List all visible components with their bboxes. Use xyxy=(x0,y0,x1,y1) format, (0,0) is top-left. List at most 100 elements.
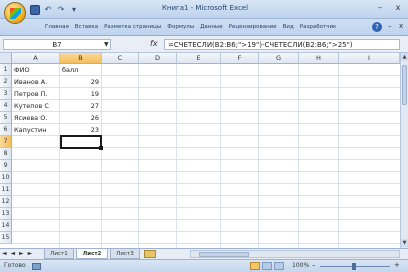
row-header-13[interactable]: 13 xyxy=(0,208,12,220)
row-header-5[interactable]: 5 xyxy=(0,112,12,124)
row-header-10[interactable]: 10 xyxy=(0,172,12,184)
sheet-tab-3[interactable]: Лист3 xyxy=(110,249,140,259)
row-header-11[interactable]: 11 xyxy=(0,184,12,196)
column-header-g[interactable]: G xyxy=(259,53,299,64)
insert-sheet-icon[interactable] xyxy=(144,250,156,258)
scroll-up-icon[interactable]: ▲ xyxy=(401,53,408,61)
office-button[interactable] xyxy=(4,2,26,24)
zoom-slider-thumb[interactable] xyxy=(352,263,356,270)
row-header-7[interactable]: 7 xyxy=(0,136,12,148)
active-cell-b7[interactable] xyxy=(60,135,102,149)
redo-icon[interactable]: ↷ xyxy=(56,5,66,15)
row-header-2[interactable]: 2 xyxy=(0,76,12,88)
tab-review[interactable]: Рецензирование xyxy=(226,19,280,35)
cell-b3[interactable]: 19 xyxy=(60,88,101,100)
column-header-a[interactable]: A xyxy=(12,53,60,64)
grid-line xyxy=(338,64,339,248)
cell-b2[interactable]: 29 xyxy=(60,76,101,88)
worksheet-grid[interactable]: A B C D E F G H I 1 2 3 4 5 6 7 8 9 10 1… xyxy=(0,53,400,248)
grid-line xyxy=(12,243,400,244)
minimize-window-button[interactable]: – xyxy=(374,3,386,12)
row-header-4[interactable]: 4 xyxy=(0,100,12,112)
cell-a2[interactable]: Иванов А. xyxy=(12,76,59,88)
zoom-level[interactable]: 100% xyxy=(292,262,309,269)
horizontal-scrollbar[interactable] xyxy=(190,250,400,258)
vertical-scroll-thumb[interactable] xyxy=(402,65,407,105)
grid-line xyxy=(12,171,400,172)
cell-a6[interactable]: Капустин xyxy=(12,124,59,136)
macro-record-icon[interactable] xyxy=(32,263,41,270)
row-header-9[interactable]: 9 xyxy=(0,160,12,172)
tab-home[interactable]: Главная xyxy=(42,19,72,35)
grid-line xyxy=(101,64,102,248)
tab-developer[interactable]: Разработчик xyxy=(297,19,340,35)
zoom-out-button[interactable]: – xyxy=(312,261,316,269)
grid-line xyxy=(12,159,400,160)
column-header-c[interactable]: C xyxy=(102,53,139,64)
grid-line xyxy=(12,219,400,220)
zoom-in-button[interactable]: + xyxy=(394,261,400,269)
column-header-b[interactable]: B xyxy=(60,53,102,64)
normal-view-button[interactable] xyxy=(250,262,260,270)
sheet-tab-2[interactable]: Лист2 xyxy=(76,249,108,259)
undo-icon[interactable]: ↶ xyxy=(43,5,53,15)
tab-formulas[interactable]: Формулы xyxy=(164,19,197,35)
grid-line xyxy=(176,64,177,248)
row-header-15[interactable]: 15 xyxy=(0,232,12,244)
ribbon-tabs: Главная Вставка Разметка страницы Формул… xyxy=(0,19,408,36)
minimize-workbook-button[interactable]: – xyxy=(388,22,392,30)
page-break-view-button[interactable] xyxy=(274,262,284,270)
column-header-h[interactable]: H xyxy=(299,53,339,64)
cell-b1[interactable]: балл xyxy=(60,64,101,76)
row-header-8[interactable]: 8 xyxy=(0,148,12,160)
help-icon[interactable]: ? xyxy=(372,22,382,32)
grid-line xyxy=(298,64,299,248)
tab-view[interactable]: Вид xyxy=(280,19,297,35)
grid-line xyxy=(12,183,400,184)
tab-data[interactable]: Данные xyxy=(197,19,226,35)
tab-page-layout[interactable]: Разметка страницы xyxy=(101,19,164,35)
formula-input[interactable]: =СЧЕТЕСЛИ(B2:B6;">19")-СЧЕТЕСЛИ(B2:B6;">… xyxy=(164,39,400,50)
grid-line xyxy=(138,64,139,248)
row-header-6[interactable]: 6 xyxy=(0,124,12,136)
status-bar: Готово 100% – + xyxy=(0,259,408,272)
fill-handle[interactable] xyxy=(99,146,103,150)
quick-access-toolbar: ↶ ↷ ▾ xyxy=(30,4,79,16)
grid-line xyxy=(258,64,259,248)
office-logo-icon xyxy=(10,8,21,19)
row-header-1[interactable]: 1 xyxy=(0,64,12,76)
customize-qat-button[interactable]: ▾ xyxy=(69,5,79,15)
column-header-f[interactable]: F xyxy=(221,53,259,64)
cell-b4[interactable]: 27 xyxy=(60,100,101,112)
row-header-3[interactable]: 3 xyxy=(0,88,12,100)
page-layout-view-button[interactable] xyxy=(262,262,272,270)
name-box[interactable]: B7 xyxy=(3,39,111,50)
cell-a4[interactable]: Кутепов С xyxy=(12,100,59,112)
name-box-dropdown-icon[interactable]: ▼ xyxy=(104,41,109,48)
sheet-tab-1[interactable]: Лист1 xyxy=(44,249,74,259)
cell-b5[interactable]: 26 xyxy=(60,112,101,124)
formula-bar: B7 ▼ fx =СЧЕТЕСЛИ(B2:B6;">19")-СЧЕТЕСЛИ(… xyxy=(0,36,408,53)
horizontal-scroll-thumb[interactable] xyxy=(199,252,249,257)
row-header-14[interactable]: 14 xyxy=(0,220,12,232)
column-header-d[interactable]: D xyxy=(139,53,177,64)
close-workbook-button[interactable]: x xyxy=(399,22,403,30)
cell-a3[interactable]: Петров П. xyxy=(12,88,59,100)
save-icon[interactable] xyxy=(30,5,40,15)
close-window-button[interactable]: x xyxy=(392,3,404,12)
status-ready: Готово xyxy=(4,262,26,269)
column-header-i[interactable]: I xyxy=(339,53,400,64)
tab-insert[interactable]: Вставка xyxy=(72,19,101,35)
window-title: Книга1 - Microsoft Excel xyxy=(161,4,249,12)
insert-function-icon[interactable]: fx xyxy=(150,39,158,48)
select-all-corner[interactable] xyxy=(0,53,12,64)
vertical-scrollbar[interactable]: ▲ ▼ xyxy=(400,53,408,248)
cell-a1[interactable]: ФИО xyxy=(12,64,59,76)
title-bar: ↶ ↷ ▾ Книга1 - Microsoft Excel – x xyxy=(0,0,408,19)
scroll-down-icon[interactable]: ▼ xyxy=(401,239,408,247)
column-header-e[interactable]: E xyxy=(177,53,221,64)
grid-line xyxy=(12,195,400,196)
sheet-nav-arrows[interactable]: ◄ ◄ ► ► xyxy=(2,250,33,257)
row-header-12[interactable]: 12 xyxy=(0,196,12,208)
cell-a5[interactable]: Ясиева О. xyxy=(12,112,59,124)
